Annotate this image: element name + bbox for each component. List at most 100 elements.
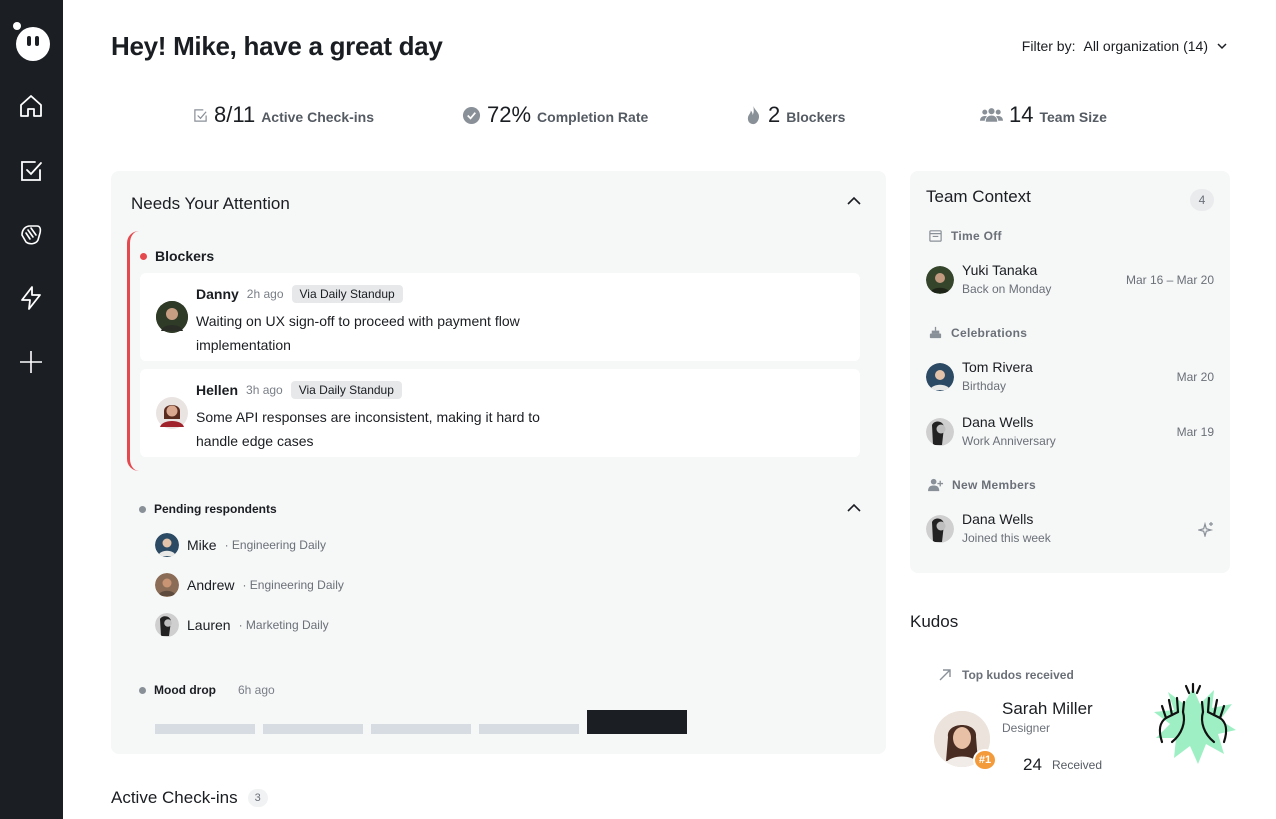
- kudos-hands-icon[interactable]: [18, 221, 44, 247]
- pending-label: Pending respondents: [154, 502, 277, 516]
- time-off-row[interactable]: Yuki Tanaka Back on Monday Mar 16 – Mar …: [926, 262, 1214, 298]
- pending-respondent[interactable]: Lauren · Marketing Daily: [155, 613, 329, 637]
- kudos-sub-label: Top kudos received: [962, 668, 1074, 682]
- team-context-count: 4: [1190, 189, 1214, 211]
- flame-icon: [747, 105, 760, 125]
- celebration-date: Mar 19: [1176, 425, 1214, 439]
- avatar: [155, 613, 179, 637]
- celebration-row[interactable]: Tom Rivera Birthday Mar 20: [926, 359, 1214, 395]
- pending-dot: [139, 505, 146, 513]
- kudos-name: Sarah Miller: [1002, 699, 1093, 718]
- avatar: [156, 397, 188, 429]
- pending-respondent[interactable]: Mike · Engineering Daily: [155, 533, 326, 557]
- new-members-heading: New Members: [928, 477, 1036, 492]
- avatar: [926, 418, 954, 446]
- active-checkins-title: Active Check-ins: [111, 788, 238, 807]
- mood-time: 6h ago: [237, 683, 275, 697]
- mood-bar: [587, 710, 687, 734]
- page-title: Hey! Mike, have a great day: [111, 31, 443, 61]
- filter-label: Filter by:: [1021, 38, 1076, 54]
- avatar: [926, 266, 954, 294]
- cake-icon: [929, 326, 942, 339]
- active-checkins-heading: Active Check-ins 3: [111, 788, 268, 808]
- blocker-card[interactable]: Hellen 3h ago Via Daily Standup Some API…: [140, 369, 860, 457]
- mood-bar: [371, 724, 471, 734]
- new-member-row[interactable]: Dana Wells Joined this week: [926, 511, 1214, 547]
- checkbox-icon: [194, 108, 207, 122]
- person-name: Dana Wells: [962, 414, 1034, 430]
- avatar: [926, 515, 954, 543]
- stat-value: 8/11: [214, 102, 256, 127]
- stat-value: 72%: [487, 102, 532, 127]
- add-icon[interactable]: [18, 349, 44, 375]
- blocker-author: Hellen 3h ago Via Daily Standup: [196, 381, 402, 399]
- stat-team-size: 14 Team Size: [980, 102, 1107, 128]
- rank-badge: #1: [973, 749, 997, 771]
- source-badge: Via Daily Standup: [290, 381, 402, 399]
- join-status: Joined this week: [962, 531, 1051, 545]
- person-name: Dana Wells: [962, 511, 1034, 527]
- blockers-label: Blockers: [155, 248, 215, 264]
- avatar: [155, 573, 179, 597]
- blocker-dot: [140, 252, 147, 260]
- stat-label: Active Check-ins: [261, 109, 375, 125]
- organization-filter[interactable]: Filter by: All organization (14): [1022, 38, 1228, 54]
- pending-heading: Pending respondents: [139, 502, 277, 516]
- respondent-meta: · Marketing Daily: [238, 618, 329, 632]
- team-context-title: Team Context: [926, 187, 1031, 206]
- celebration-row[interactable]: Dana Wells Work Anniversary Mar 19: [926, 414, 1214, 450]
- app-logo[interactable]: [12, 20, 52, 64]
- avatar: [926, 363, 954, 391]
- check-circle-icon: [462, 106, 481, 124]
- add-user-icon: [928, 478, 944, 492]
- sidebar: [0, 0, 63, 819]
- person-status: Back on Monday: [962, 282, 1052, 296]
- blockers-heading: Blockers: [140, 248, 214, 264]
- stat-label: Team Size: [1039, 109, 1107, 125]
- celebration-type: Work Anniversary: [962, 434, 1056, 448]
- team-context-panel: Team Context 4 Time Off Yuki Tanaka Back…: [910, 171, 1230, 573]
- attention-panel: Needs Your Attention Blockers Danny 2h a…: [111, 171, 886, 754]
- home-icon[interactable]: [18, 93, 44, 119]
- filter-value: All organization (14): [1083, 38, 1208, 54]
- blocker-card[interactable]: Danny 2h ago Via Daily Standup Waiting o…: [140, 273, 860, 361]
- arrow-up-right-icon: [939, 669, 951, 681]
- checkin-icon[interactable]: [18, 158, 44, 184]
- chevron-down-icon: [1217, 43, 1227, 50]
- bolt-icon[interactable]: [18, 285, 44, 311]
- mood-dot: [139, 686, 146, 694]
- author-name: Danny: [196, 286, 239, 302]
- avatar: [155, 533, 179, 557]
- blocker-message: Waiting on UX sign-off to proceed with p…: [196, 313, 520, 353]
- mood-heading: Mood drop 6h ago: [139, 683, 275, 697]
- kudos-count: 24: [1023, 755, 1042, 774]
- respondent-name: Mike: [187, 537, 217, 553]
- celebration-date: Mar 20: [1176, 370, 1214, 384]
- kudos-subheading: Top kudos received: [938, 668, 1074, 682]
- post-time: 3h ago: [246, 383, 283, 397]
- stat-value: 2: [768, 102, 781, 127]
- sparkle-icon[interactable]: [1198, 521, 1214, 537]
- main-content: Hey! Mike, have a great day Filter by: A…: [63, 0, 1276, 819]
- team-icon: [980, 108, 1003, 122]
- mood-bar: [263, 724, 363, 734]
- post-time: 2h ago: [246, 287, 284, 301]
- kudos-title: Kudos: [910, 612, 959, 631]
- new-members-label: New Members: [952, 477, 1036, 492]
- kudos-role: Designer: [1002, 721, 1051, 735]
- date-range: Mar 16 – Mar 20: [1125, 273, 1214, 287]
- person-name: Yuki Tanaka: [962, 262, 1038, 278]
- time-off-label: Time Off: [951, 228, 1002, 243]
- collapse-attention-icon[interactable]: [847, 196, 861, 206]
- pending-respondent[interactable]: Andrew · Engineering Daily: [155, 573, 344, 597]
- kudos-count-label: Received: [1052, 758, 1103, 772]
- celebration-type: Birthday: [962, 379, 1007, 393]
- celebrations-heading: Celebrations: [928, 325, 1027, 340]
- mood-bar: [479, 724, 579, 734]
- collapse-pending-icon[interactable]: [847, 503, 861, 513]
- respondent-name: Andrew: [187, 577, 235, 593]
- blocker-message: Some API responses are inconsistent, mak…: [196, 409, 540, 449]
- clapping-hands-icon: [1148, 682, 1238, 766]
- calendar-icon: [929, 230, 942, 242]
- stat-blockers: 2 Blockers: [745, 102, 845, 128]
